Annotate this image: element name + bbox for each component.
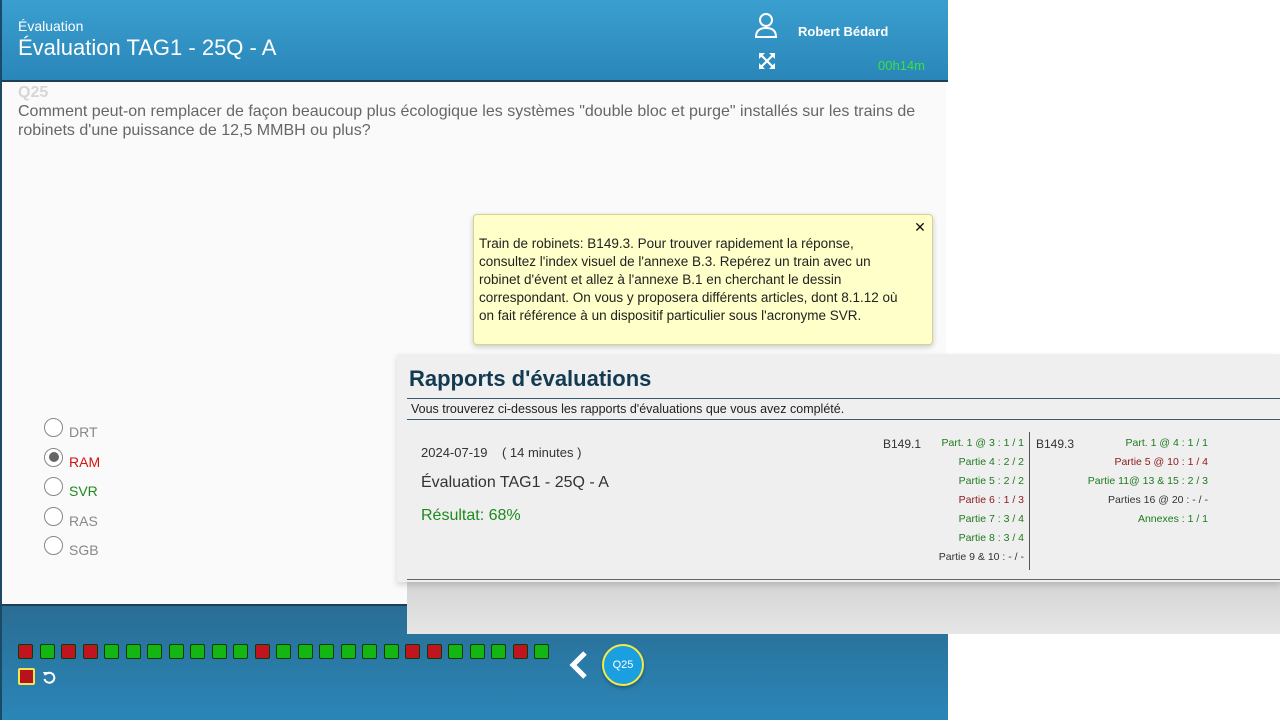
- part-score: Partie 9 & 10 : - / -: [938, 551, 1024, 563]
- radio-button[interactable]: [44, 477, 63, 497]
- question-status-square[interactable]: [190, 644, 205, 659]
- part-score: Part. 1 @ 4 : 1 / 1: [1125, 437, 1208, 449]
- section-parts-b149-3: Part. 1 @ 4 : 1 / 1 Partie 5 @ 10 : 1 / …: [1088, 434, 1208, 529]
- question-status-square[interactable]: [405, 644, 420, 659]
- header-eyebrow: Évaluation: [18, 18, 84, 34]
- user-name: Robert Bédard: [798, 24, 889, 39]
- part-score: Partie 6 : 1 / 3: [958, 494, 1024, 506]
- question-status-square[interactable]: [276, 644, 291, 659]
- reports-subtitle: Vous trouverez ci-dessous les rapports d…: [407, 398, 1280, 420]
- report-evaluation-name: Évaluation TAG1 - 25Q - A: [421, 474, 609, 491]
- reports-panel: Rapports d'évaluations Vous trouverez ci…: [397, 354, 1280, 582]
- question-navigator: [18, 644, 549, 659]
- option-label: RAS: [69, 512, 98, 529]
- question-status-square[interactable]: [297, 644, 313, 659]
- fullscreen-icon[interactable]: [758, 52, 776, 70]
- question-status-square[interactable]: [82, 644, 98, 659]
- report-shadow: [407, 582, 1280, 634]
- part-score: Parties 16 @ 20 : - / -: [1108, 494, 1208, 506]
- section-label-b149-3: B149.3: [1036, 437, 1075, 451]
- question-status-square[interactable]: [233, 644, 248, 659]
- chevron-left-icon[interactable]: [568, 650, 588, 680]
- undo-icon[interactable]: [42, 670, 56, 684]
- question-status-square[interactable]: [125, 644, 141, 659]
- question-status-square[interactable]: [18, 644, 33, 659]
- question-status-square[interactable]: [491, 644, 506, 659]
- question-status-square[interactable]: [362, 644, 377, 659]
- question-status-square[interactable]: [319, 644, 334, 659]
- part-score: Partie 5 : 2 / 2: [958, 475, 1024, 487]
- question-status-square[interactable]: [254, 644, 270, 659]
- option-label: SVR: [69, 483, 98, 500]
- question-status-square[interactable]: [168, 644, 184, 659]
- question-text: Comment peut-on remplacer de façon beauc…: [18, 103, 916, 139]
- part-score: Annexes : 1 / 1: [1137, 513, 1208, 525]
- question-status-square[interactable]: [104, 644, 119, 659]
- option-label: SGB: [69, 542, 99, 559]
- question-status-square[interactable]: [534, 644, 549, 659]
- close-icon[interactable]: ✕: [912, 219, 928, 235]
- section-label-b149-1: B149.1: [883, 437, 922, 451]
- question-status-square[interactable]: [340, 644, 356, 659]
- question-status-square[interactable]: [211, 644, 227, 659]
- report-result: Résultat: 68%: [421, 507, 521, 524]
- radio-button-selected[interactable]: [44, 447, 63, 467]
- question-status-square[interactable]: [426, 644, 442, 659]
- reports-title: Rapports d'évaluations: [409, 366, 652, 391]
- question-number: Q25: [18, 84, 49, 101]
- section-parts-b149-1: Part. 1 @ 3 : 1 / 1 Partie 4 : 2 / 2 Par…: [939, 434, 1024, 567]
- option-label: RAM: [69, 453, 101, 470]
- question-status-square[interactable]: [383, 644, 399, 659]
- hint-text: Train de robinets: B149.3. Pour trouver …: [479, 236, 898, 323]
- section-divider: [1029, 432, 1030, 570]
- option-label: DRT: [69, 424, 98, 440]
- report-duration: ( 14 minutes ): [501, 445, 582, 460]
- radio-button[interactable]: [44, 536, 63, 556]
- header-bar: Évaluation Évaluation TAG1 - 25Q - A Rob…: [2, 0, 948, 82]
- radio-button[interactable]: [44, 418, 63, 437]
- question-status-square[interactable]: [147, 644, 162, 659]
- page-title: Évaluation TAG1 - 25Q - A: [18, 35, 277, 60]
- question-status-square[interactable]: [512, 644, 528, 659]
- question-status-square[interactable]: [469, 644, 485, 659]
- part-score: Part. 1 @ 3 : 1 / 1: [941, 437, 1024, 449]
- question-status-square[interactable]: [448, 644, 463, 659]
- radio-button[interactable]: [44, 506, 63, 526]
- question-status-square[interactable]: [61, 644, 76, 659]
- hint-tooltip: ✕ Train de robinets: B149.3. Pour trouve…: [473, 214, 933, 345]
- current-question-button[interactable]: Q25: [602, 644, 644, 686]
- timer: 00h14m: [878, 58, 925, 73]
- user-icon[interactable]: [754, 12, 778, 38]
- part-score: Partie 7 : 3 / 4: [958, 513, 1024, 525]
- part-score: Partie 11@ 13 & 15 : 2 / 3: [1087, 475, 1208, 487]
- report-date-value: 2024-07-19: [421, 445, 488, 460]
- report-date: 2024-07-19 ( 14 minutes ): [421, 445, 581, 460]
- part-score: Partie 4 : 2 / 2: [958, 456, 1024, 468]
- question-status-square[interactable]: [39, 644, 55, 659]
- report-bottom-rule: [407, 579, 1280, 580]
- current-question-marker[interactable]: [18, 668, 35, 685]
- part-score: Partie 8 : 3 / 4: [958, 532, 1024, 544]
- part-score: Partie 5 @ 10 : 1 / 4: [1114, 456, 1208, 468]
